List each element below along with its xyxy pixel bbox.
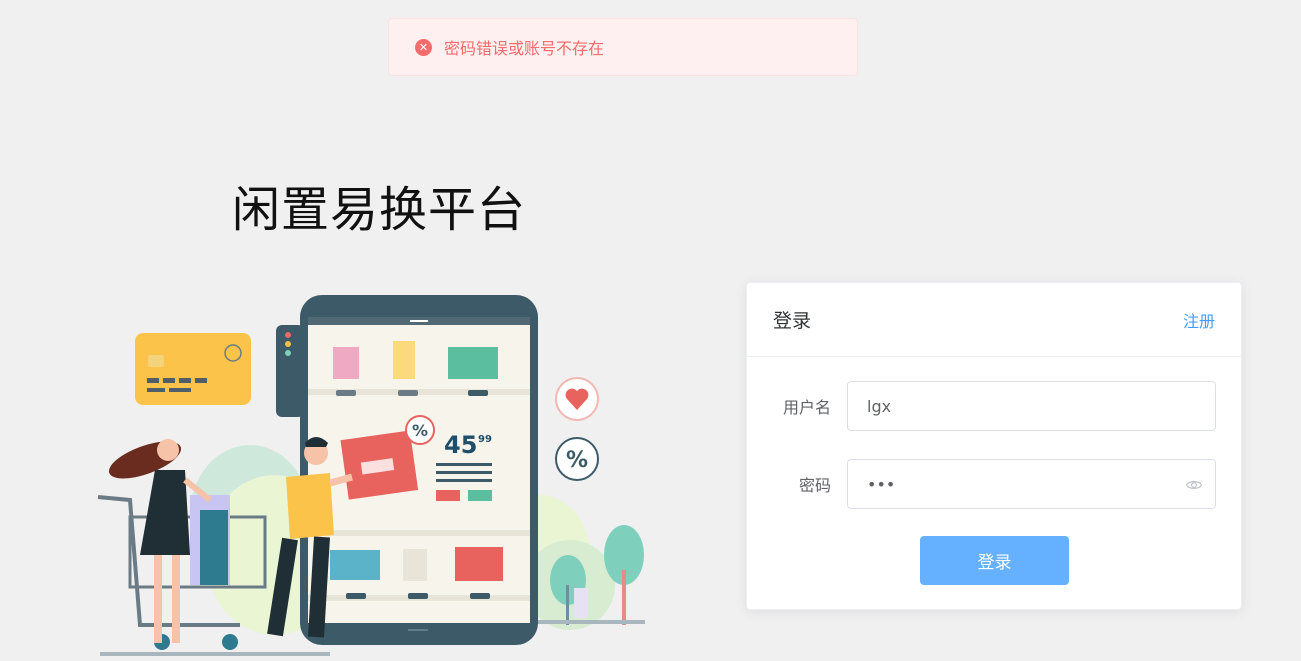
price-cents-text: 99 <box>478 434 492 445</box>
card-title: 登录 <box>773 310 812 332</box>
heart-icon <box>555 377 599 421</box>
password-label: 密码 <box>798 476 831 495</box>
percent-icon: % <box>555 437 599 481</box>
card-header: 登录 注册 <box>747 283 1241 357</box>
error-circle-icon: ✕ <box>415 38 432 56</box>
login-page: ✕ 密码错误或账号不存在 闲置易换平台 % 45 99 % 登录 注册 用户名 … <box>0 0 1301 661</box>
error-toast: ✕ 密码错误或账号不存在 <box>388 18 858 76</box>
app-title: 闲置易换平台 <box>232 182 527 238</box>
register-link[interactable]: 注册 <box>1183 308 1215 332</box>
shopping-illustration: % 45 99 % <box>97 295 645 656</box>
username-field-wrap <box>847 381 1216 431</box>
username-input[interactable] <box>848 382 1215 430</box>
login-card: 登录 注册 用户名 密码 登录 <box>746 282 1242 610</box>
username-row: 用户名 <box>747 381 1241 431</box>
credit-card-icon <box>135 333 251 405</box>
login-button[interactable]: 登录 <box>920 536 1069 585</box>
username-label: 用户名 <box>782 398 831 417</box>
toast-message: 密码错误或账号不存在 <box>444 39 605 58</box>
password-field-wrap <box>847 459 1216 509</box>
password-input[interactable] <box>848 460 1215 508</box>
password-row: 密码 <box>747 459 1241 509</box>
svg-text:%: % <box>566 448 588 473</box>
price-main-text: 45 <box>444 431 477 459</box>
eye-icon[interactable] <box>1185 476 1203 494</box>
percent-badge-text: % <box>412 421 428 440</box>
